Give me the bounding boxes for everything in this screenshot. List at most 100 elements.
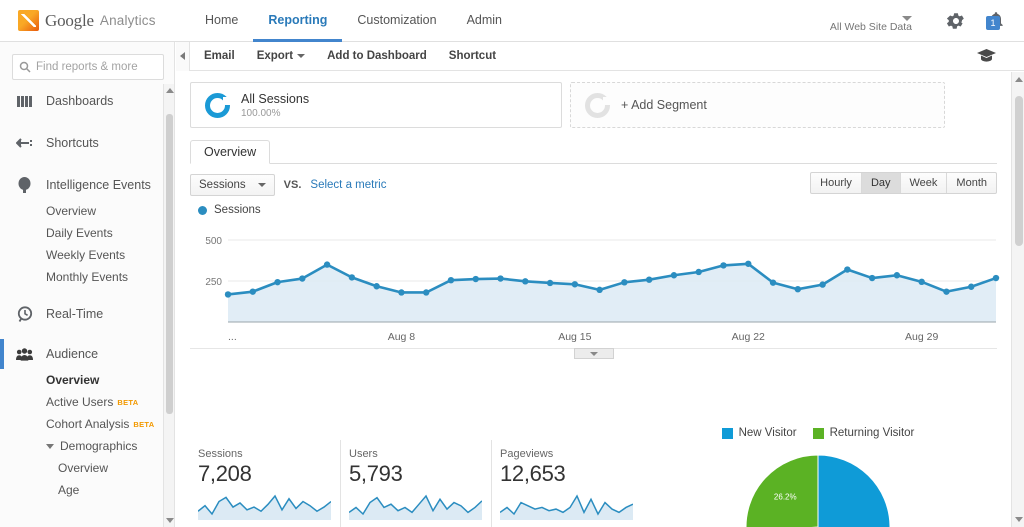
search-placeholder: Find reports & more: [36, 61, 138, 73]
period-week[interactable]: Week: [901, 173, 948, 193]
metric-card-label: Pageviews: [500, 448, 633, 460]
sidebar-label-demographics-age: Age: [58, 483, 79, 497]
period-hourly[interactable]: Hourly: [811, 173, 862, 193]
metric-selector-row: Sessions VS. Select a metric Hourly Day …: [176, 164, 1011, 196]
add-segment-button[interactable]: + Add Segment: [570, 82, 945, 128]
metric-card-row-1: Sessions 7,208 Users 5,793 Pageviews 12,…: [190, 440, 645, 527]
metric-card-pageviews[interactable]: Pageviews 12,653: [492, 440, 643, 527]
scroll-up-arrow-icon[interactable]: [1015, 77, 1023, 82]
sidebar-item-demographics[interactable]: Demographics: [0, 435, 174, 457]
notifications-bell[interactable]: 1: [986, 9, 1008, 33]
chart-date-slider[interactable]: [190, 348, 997, 359]
metric-card-value: 5,793: [349, 461, 481, 487]
sidebar-item-real-time[interactable]: Real-Time: [0, 299, 174, 329]
scroll-down-arrow-icon[interactable]: [166, 518, 174, 523]
add-to-dashboard-button[interactable]: Add to Dashboard: [316, 50, 438, 62]
sidebar-item-audience[interactable]: Audience: [0, 339, 174, 369]
sessions-line-chart[interactable]: 250500...Aug 8Aug 15Aug 22Aug 29: [190, 218, 997, 348]
vs-label: VS.: [284, 179, 302, 191]
sidebar-nav-list: Dashboards Shortcuts I: [0, 86, 174, 501]
sparkline-pageviews: [500, 490, 633, 525]
sidebar-scrollbar[interactable]: [163, 84, 174, 527]
beta-badge-cohort-analysis: BETA: [133, 420, 154, 429]
sidebar-scroll-thumb[interactable]: [166, 114, 173, 414]
pie-swatch-new: [722, 428, 733, 439]
sidebar-label-demographics: Demographics: [60, 439, 137, 453]
segment-title: All Sessions: [241, 92, 309, 106]
svg-text:...: ...: [228, 331, 237, 343]
metric-card-sessions[interactable]: Sessions 7,208: [190, 440, 341, 527]
sidebar-item-intelligence-events[interactable]: Intelligence Events: [0, 170, 174, 200]
metric-card-value: 7,208: [198, 461, 330, 487]
select-a-metric-link[interactable]: Select a metric: [310, 179, 386, 191]
sidebar-item-cohort-analysis[interactable]: Cohort Analysis BETA: [0, 413, 174, 435]
report-tabs: Overview: [190, 140, 997, 164]
sparkline-sessions: [198, 490, 330, 525]
primary-metric-value: Sessions: [199, 179, 246, 191]
sidebar-item-audience-overview[interactable]: Overview: [0, 369, 174, 391]
sidebar-label-intelligence-events: Intelligence Events: [46, 178, 151, 192]
education-cap-icon[interactable]: [977, 49, 996, 67]
pie-legend-item-new[interactable]: New Visitor: [722, 427, 797, 439]
chevron-left-icon: [180, 52, 185, 60]
nav-admin[interactable]: Admin: [452, 0, 517, 42]
line-chart-svg: 250500...Aug 8Aug 15Aug 22Aug 29: [190, 218, 1002, 348]
main-scroll-thumb[interactable]: [1015, 96, 1023, 246]
period-day[interactable]: Day: [862, 173, 901, 193]
logo-analytics-text: Analytics: [100, 13, 156, 28]
sidebar-item-dashboards[interactable]: Dashboards: [0, 86, 174, 116]
svg-text:26.2%: 26.2%: [774, 493, 797, 502]
sidebar-label-audience-overview: Overview: [46, 373, 99, 387]
sidebar-item-shortcuts[interactable]: Shortcuts: [0, 128, 174, 158]
scroll-down-arrow-icon[interactable]: [1015, 517, 1023, 522]
period-month[interactable]: Month: [947, 173, 996, 193]
gear-icon[interactable]: [946, 11, 966, 31]
main-scrollbar[interactable]: [1011, 72, 1024, 527]
sidebar-label-monthly-events: Monthly Events: [46, 270, 128, 284]
chart-collapse-handle[interactable]: [574, 348, 614, 359]
svg-text:Aug 29: Aug 29: [905, 331, 938, 343]
nav-home[interactable]: Home: [190, 0, 253, 42]
segment-donut-icon: [205, 93, 230, 118]
svg-text:500: 500: [205, 236, 222, 247]
svg-text:Aug 15: Aug 15: [558, 331, 591, 343]
collapse-sidebar-button[interactable]: [176, 42, 190, 71]
sidebar-item-demographics-age[interactable]: Age: [0, 479, 174, 501]
google-analytics-app: Google Analytics Home Reporting Customiz…: [0, 0, 1024, 527]
sidebar-item-daily-events[interactable]: Daily Events: [0, 222, 174, 244]
export-label: Export: [257, 50, 293, 62]
sidebar-label-demographics-overview: Overview: [58, 461, 108, 475]
dashboards-icon: [16, 96, 33, 107]
tab-overview[interactable]: Overview: [190, 140, 270, 164]
pie-legend: New Visitor Returning Visitor: [668, 427, 968, 439]
scroll-up-arrow-icon[interactable]: [166, 88, 174, 93]
sidebar-label-audience: Audience: [46, 347, 98, 361]
segment-all-sessions[interactable]: All Sessions 100.00%: [190, 82, 562, 128]
metric-card-users[interactable]: Users 5,793: [341, 440, 492, 527]
google-analytics-logo[interactable]: Google Analytics: [18, 10, 156, 31]
export-button[interactable]: Export: [246, 50, 316, 62]
chevron-down-icon: [590, 352, 598, 356]
shortcut-button[interactable]: Shortcut: [438, 50, 507, 62]
segment-percentage: 100.00%: [241, 108, 309, 119]
svg-text:Aug 8: Aug 8: [388, 331, 416, 343]
nav-customization[interactable]: Customization: [342, 0, 451, 42]
sidebar-item-ie-overview[interactable]: Overview: [0, 200, 174, 222]
nav-reporting[interactable]: Reporting: [253, 0, 342, 42]
metric-card-label: Users: [349, 448, 481, 460]
chevron-down-icon: [258, 183, 266, 187]
chevron-down-icon: [297, 54, 305, 58]
pie-chart-svg[interactable]: 73.8%26.2%: [735, 449, 901, 527]
search-input[interactable]: Find reports & more: [12, 54, 164, 80]
sidebar-item-monthly-events[interactable]: Monthly Events: [0, 266, 174, 288]
analytics-logo-icon: [18, 10, 39, 31]
sidebar-item-active-users[interactable]: Active Users BETA: [0, 391, 174, 413]
pie-legend-item-returning[interactable]: Returning Visitor: [813, 427, 915, 439]
primary-metric-dropdown[interactable]: Sessions: [190, 174, 275, 196]
sidebar-label-real-time: Real-Time: [46, 307, 103, 321]
sidebar-item-demographics-overview[interactable]: Overview: [0, 457, 174, 479]
sidebar-item-weekly-events[interactable]: Weekly Events: [0, 244, 174, 266]
content-area: Email Export Add to Dashboard Shortcut: [176, 42, 1024, 527]
email-button[interactable]: Email: [190, 50, 246, 62]
account-selector[interactable]: All Web Site Data: [830, 13, 912, 33]
